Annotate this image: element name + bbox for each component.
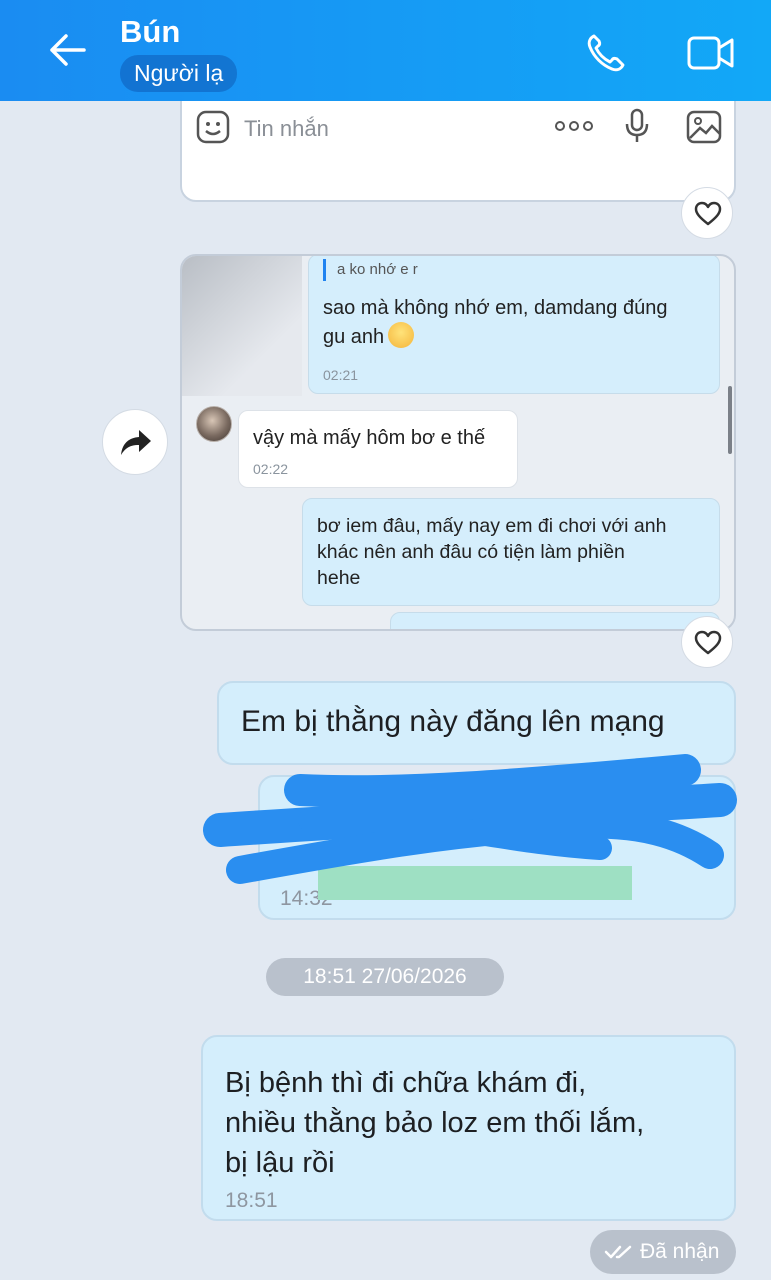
inner-message-text: sao mà không nhớ em, damdang đúng gu anh [323, 295, 667, 351]
message-text: Em bị thằng này đăng lên mạng [241, 705, 665, 738]
chat-header: Bún Người lạ [0, 0, 771, 101]
composer-placeholder: Tin nhắn [244, 116, 329, 141]
redaction-scribble [203, 754, 737, 884]
forwarded-image-conversation[interactable]: a ko nhớ e r sao mà không nhớ em, damdan… [180, 254, 736, 631]
text-line: bị lậu rồi [225, 1147, 335, 1179]
video-camera-icon [687, 36, 734, 70]
message-bubble-out[interactable]: Bị bệnh thì đi chữa khám đi, nhiều thằng… [201, 1035, 736, 1221]
double-check-icon [604, 1245, 632, 1259]
forward-button[interactable] [102, 409, 168, 475]
inner-message-out [390, 612, 720, 629]
inner-message-time: 02:21 [323, 367, 359, 383]
inner-message-time: 02:22 [253, 461, 289, 477]
delivery-status: Đã nhận [590, 1230, 736, 1274]
message-time: 18:51 [225, 1189, 278, 1212]
smiling-face-icon [388, 322, 415, 348]
react-heart-button[interactable] [681, 187, 733, 239]
text-line: nhiều thằng bảo loz em thối lắm, [225, 1107, 645, 1139]
more-dots-icon [555, 121, 593, 131]
arrow-left-icon [50, 34, 86, 66]
text-line: khác nên anh đâu có tiện làm phiền [317, 541, 625, 563]
quoted-text: a ko nhớ e r [337, 261, 418, 278]
inner-message-in: vậy mà mấy hôm bơ e thế 02:22 [238, 410, 518, 488]
date-separator: 18:51 27/06/2026 [266, 958, 504, 996]
microphone-icon [625, 108, 649, 142]
share-arrow-icon [121, 430, 151, 455]
quote-bar [323, 259, 326, 281]
text-line: Bị bệnh thì đi chữa khám đi, [225, 1067, 587, 1099]
image-shadow [182, 256, 302, 396]
contact-name[interactable]: Bún [120, 14, 180, 50]
image-icon [686, 110, 722, 144]
forwarded-image-top[interactable]: Tin nhắn [180, 92, 736, 202]
react-heart-button[interactable] [681, 616, 733, 668]
text-line: gu anh [323, 326, 385, 348]
inner-message-text: bơ iem đâu, mấy nay em đi chơi với anh k… [317, 513, 666, 591]
voice-call-button[interactable] [582, 30, 634, 76]
back-button[interactable] [40, 26, 96, 74]
inner-message-out: a ko nhớ e r sao mà không nhớ em, damdan… [308, 256, 720, 394]
heart-icon [694, 630, 722, 655]
phone-icon [587, 34, 625, 72]
text-line: bơ iem đâu, mấy nay em đi chơi với anh [317, 515, 667, 537]
avatar [196, 406, 232, 442]
inner-message-text: vậy mà mấy hôm bơ e thế [253, 427, 486, 449]
sticker-icon [196, 110, 230, 144]
message-text: Bị bệnh thì đi chữa khám đi, nhiều thằng… [225, 1063, 644, 1183]
heart-icon [694, 201, 722, 226]
delivery-status-text: Đã nhận [640, 1240, 720, 1263]
inner-message-out: bơ iem đâu, mấy nay em đi chơi với anh k… [302, 498, 720, 606]
text-line: sao mà không nhớ em, damdang đúng [323, 297, 668, 319]
text-line: hehe [317, 567, 361, 589]
stranger-badge: Người lạ [120, 55, 238, 92]
scrollbar-thumb [728, 386, 732, 454]
video-call-button[interactable] [684, 30, 740, 76]
